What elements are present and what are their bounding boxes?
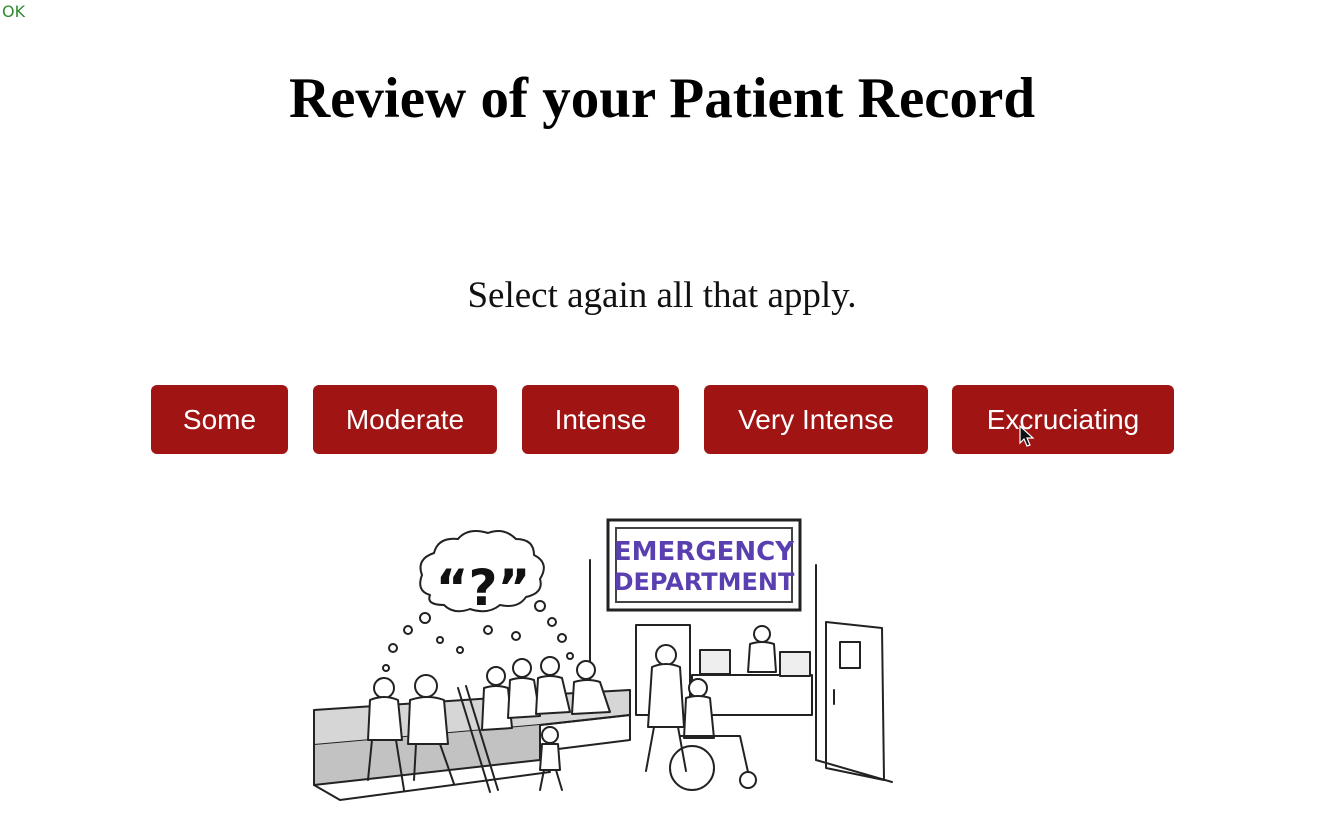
option-moderate-button[interactable]: Moderate — [313, 385, 497, 454]
option-excruciating-button[interactable]: Excruciating — [952, 385, 1174, 454]
option-intense-button[interactable]: Intense — [522, 385, 679, 454]
option-very-intense-button[interactable]: Very Intense — [704, 385, 928, 454]
mouse-cursor-icon — [1019, 425, 1035, 447]
sign-line-department: DEPARTMENT — [614, 568, 795, 596]
question-thought-text: “?” — [436, 559, 531, 617]
option-some-button[interactable]: Some — [151, 385, 288, 454]
sign-line-emergency: EMERGENCY — [614, 537, 795, 567]
emergency-waiting-room-illustration: “?” EMERGENCY DEPARTMENT — [313, 518, 893, 801]
instruction-text: Select again all that apply. — [467, 275, 857, 316]
page-title: Review of your Patient Record — [288, 67, 1036, 130]
pain-level-options: Some Moderate Intense Very Intense Excru… — [0, 385, 1324, 454]
status-ok-text: OK — [2, 2, 26, 21]
